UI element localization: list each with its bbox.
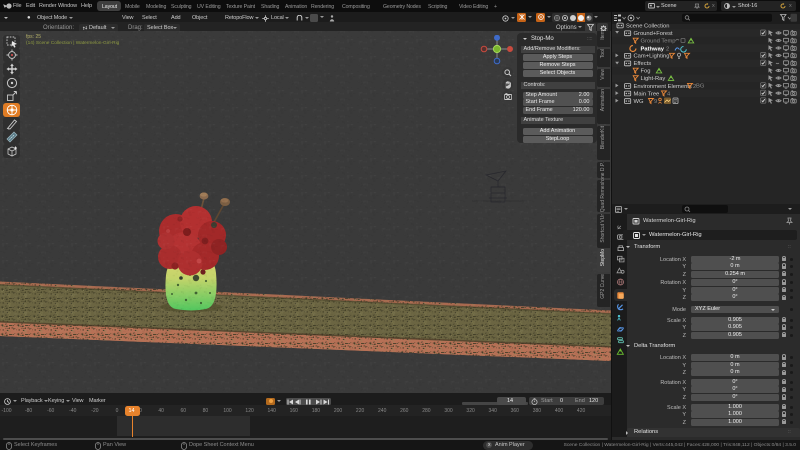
svg-text:Scene Collection: Scene Collection [626,23,670,29]
svg-text:Ground+Forest: Ground+Forest [634,31,674,37]
svg-text:Pathway: Pathway [641,46,665,52]
svg-text:Light-Ray: Light-Ray [641,76,666,82]
svg-text:Cam+Lighting: Cam+Lighting [634,54,670,60]
svg-text:Environment Elements: Environment Elements [634,84,692,90]
svg-text:Ground Temp: Ground Temp [641,39,676,45]
svg-text:Main Tree: Main Tree [634,91,660,97]
svg-text:WG: WG [634,99,644,105]
svg-text:Fog: Fog [641,69,651,75]
svg-text:Effects: Effects [634,61,652,67]
svg-text:BG: BG [696,84,705,90]
svg-text:9: 9 [654,99,657,105]
svg-text:2: 2 [666,47,669,53]
